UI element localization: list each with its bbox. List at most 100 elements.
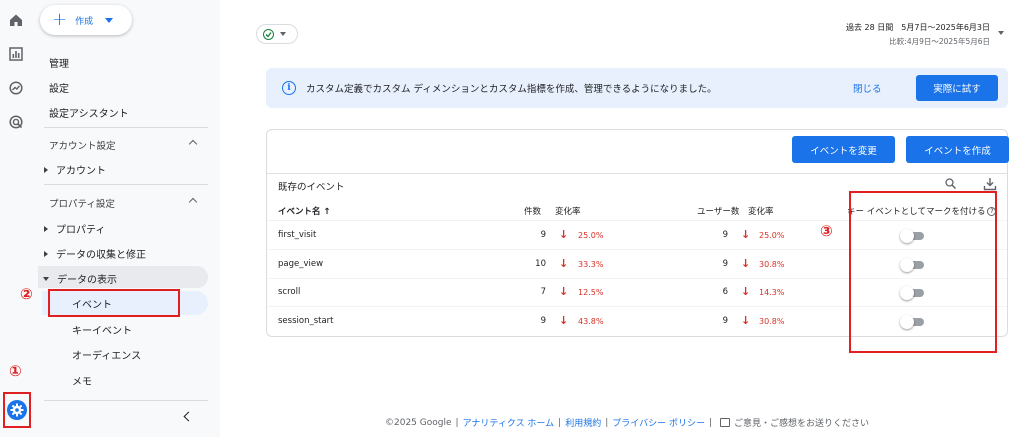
arrow-down-icon: ↓ (741, 228, 751, 241)
copyright-text: ©2025 Google (385, 417, 452, 428)
count-cell: 7 (540, 287, 546, 297)
sidebar-item-label: アカウント (56, 166, 106, 177)
sidebar-item-label: プロパティ (56, 225, 106, 236)
create-event-button[interactable]: イベントを作成 (906, 136, 1009, 163)
info-banner: i カスタム定義でカスタム ディメンションとカスタム指標を作成、管理できるように… (266, 68, 1008, 108)
arrow-down-icon: ↓ (559, 314, 569, 327)
footer-separator: | (708, 417, 713, 428)
event-name-cell[interactable]: first_visit (278, 230, 316, 240)
users-cell: 6 (722, 287, 728, 297)
sidebar-item-notes[interactable]: メモ (72, 373, 92, 388)
arrow-down-icon: ↓ (741, 314, 751, 327)
expand-arrow-icon (44, 250, 48, 257)
sidebar-item-audiences[interactable]: オーディエンス (72, 347, 141, 362)
sidebar-divider (44, 400, 208, 401)
users-cell: 9 (722, 259, 728, 269)
search-icon[interactable] (945, 178, 957, 190)
count-change-cell: 25.0% (578, 231, 604, 240)
banner-try-button[interactable]: 実際に試す (916, 75, 998, 101)
arrow-down-icon: ↓ (559, 257, 569, 270)
arrow-down-icon: ↓ (559, 228, 569, 241)
footer-separator: | (558, 417, 562, 428)
expand-arrow-icon (44, 166, 48, 173)
users-change-cell: 14.3% (759, 288, 785, 297)
advertising-icon[interactable] (8, 114, 24, 130)
sidebar-item-label: データの表示 (57, 275, 117, 286)
annotation-marker-3: ③ (820, 222, 833, 240)
count-cell: 9 (540, 230, 546, 240)
date-compare-text[interactable]: 比較:4月9日～2025年5月6日 (889, 36, 990, 47)
annotation-marker-1: ① (9, 362, 22, 380)
chevron-up-icon[interactable] (188, 197, 198, 207)
explore-icon[interactable] (8, 80, 24, 96)
create-button-label: 作成 (75, 16, 94, 27)
card-divider (267, 173, 1007, 174)
sidebar-divider (44, 184, 208, 185)
property-settings-header[interactable]: プロパティ設定 (49, 196, 115, 210)
footer-separator: | (605, 417, 609, 428)
account-settings-header[interactable]: アカウント設定 (49, 138, 116, 152)
users-change-cell: 25.0% (759, 231, 785, 240)
privacy-link[interactable]: プライバシー ポリシー (612, 416, 705, 429)
modify-event-button[interactable]: イベントを変更 (792, 136, 895, 163)
banner-message: カスタム定義でカスタム ディメンションとカスタム指標を作成、管理できるようになり… (306, 84, 717, 95)
column-header-count-change[interactable]: 変化率 (555, 205, 581, 217)
sidebar-divider (44, 127, 208, 128)
settings-highlight-box (3, 392, 31, 428)
sidebar-item-settings[interactable]: 設定 (49, 80, 69, 95)
sidebar-item-label: データの収集と修正 (56, 250, 146, 261)
count-change-cell: 43.8% (578, 317, 604, 326)
chevron-up-icon[interactable] (188, 139, 198, 149)
data-status-dropdown[interactable] (256, 24, 298, 44)
event-name-cell[interactable]: page_view (278, 259, 323, 269)
sidebar-item-account[interactable]: アカウント (44, 162, 106, 177)
users-change-cell: 30.8% (759, 317, 785, 326)
column-header-users-change[interactable]: 変化率 (748, 205, 774, 217)
feedback-link[interactable]: ご意見・ご感想をお送りください (734, 416, 869, 429)
caret-down-icon (105, 17, 114, 23)
arrow-down-icon: ↓ (741, 285, 751, 298)
event-name-cell[interactable]: scroll (278, 287, 300, 297)
column-header-count[interactable]: 件数 (524, 205, 541, 217)
date-range-picker[interactable]: 過去 28 日間 5月7日～2025年6月3日 (846, 22, 990, 33)
sidebar-item-admin[interactable]: 管理 (49, 55, 69, 70)
sidebar-item-data-collection[interactable]: データの収集と修正 (44, 246, 146, 261)
download-icon[interactable] (983, 177, 997, 191)
existing-events-title: 既存のイベント (278, 182, 345, 193)
feedback-icon[interactable] (720, 418, 731, 427)
sidebar-item-property[interactable]: プロパティ (44, 221, 105, 236)
sidebar-item-data-display[interactable]: データの表示 (43, 271, 117, 286)
users-change-cell: 30.8% (759, 260, 785, 269)
reports-icon[interactable] (8, 46, 24, 62)
events-highlight-box (48, 289, 180, 317)
admin-sidebar: + 作成 管理 設定 設定アシスタント アカウント設定 アカウント プロパティ設… (32, 0, 220, 437)
arrow-down-icon: ↓ (559, 285, 569, 298)
expand-arrow-icon (44, 225, 48, 232)
gear-icon[interactable] (7, 400, 27, 420)
column-header-users[interactable]: ユーザー数 (697, 205, 739, 217)
info-icon: i (282, 81, 296, 95)
create-button[interactable]: + 作成 (40, 5, 132, 35)
sidebar-item-setup-assistant[interactable]: 設定アシスタント (49, 105, 129, 120)
chevron-left-icon[interactable] (183, 411, 194, 422)
footer-separator: | (455, 417, 459, 428)
banner-close-button[interactable]: 閉じる (853, 81, 882, 95)
users-cell: 9 (722, 230, 728, 240)
count-change-cell: 33.3% (578, 260, 604, 269)
terms-link[interactable]: 利用規約 (565, 416, 601, 429)
check-circle-icon (263, 28, 274, 40)
date-caret-down-icon[interactable] (998, 31, 1004, 35)
page-footer: ©2025 Google | アナリティクス ホーム | 利用規約 | プライバ… (385, 416, 869, 430)
sidebar-item-key-events[interactable]: キーイベント (72, 322, 132, 337)
key-event-highlight-box (849, 191, 997, 353)
count-cell: 10 (535, 259, 546, 269)
column-header-event-name[interactable]: イベント名 ↑ (278, 205, 331, 217)
count-change-cell: 12.5% (578, 288, 604, 297)
analytics-home-link[interactable]: アナリティクス ホーム (463, 416, 555, 429)
home-icon[interactable] (8, 12, 24, 28)
event-name-cell[interactable]: session_start (278, 316, 334, 326)
count-cell: 9 (540, 316, 546, 326)
caret-down-icon (280, 32, 286, 36)
annotation-marker-2: ② (20, 285, 33, 303)
plus-icon: + (52, 9, 68, 30)
